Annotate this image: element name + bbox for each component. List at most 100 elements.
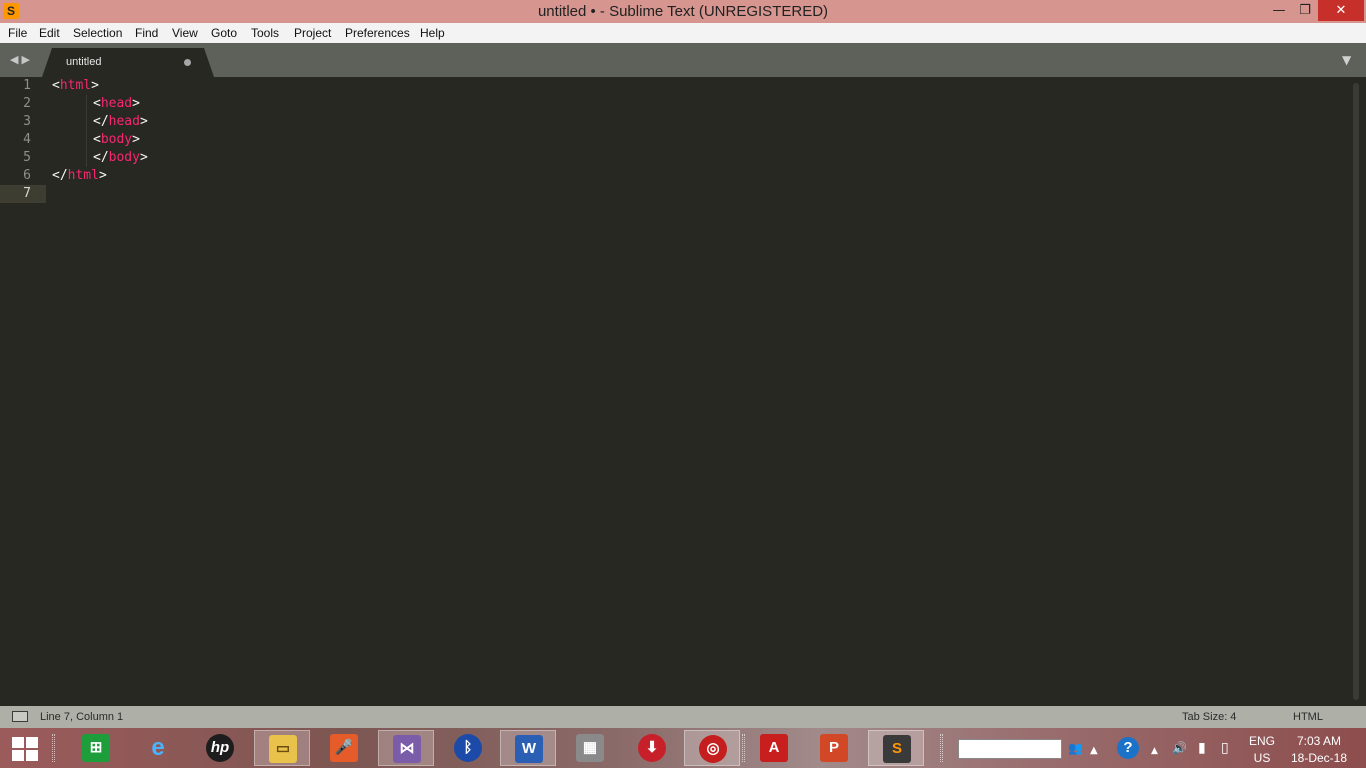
taskbar-powerpoint-app[interactable]: P xyxy=(806,730,862,766)
volume-icon[interactable]: 🔊 xyxy=(1172,739,1187,757)
tab-nav-arrows-icon[interactable]: ◀▶ xyxy=(10,53,33,67)
tag-name: head xyxy=(108,114,140,129)
code-line[interactable]: <body> xyxy=(93,131,140,149)
taskbar-store-app[interactable]: ⊞ xyxy=(68,730,124,766)
tab-bar: ◀▶ untitled ▼ xyxy=(0,43,1366,77)
tab-dropdown-icon[interactable]: ▼ xyxy=(1342,52,1351,68)
chevron-up-icon[interactable]: ▲ xyxy=(1090,742,1098,760)
taskbar-sublime-text-app[interactable]: S xyxy=(868,730,924,766)
tag-bracket: > xyxy=(132,96,140,111)
menu-selection[interactable]: Selection xyxy=(73,23,122,43)
tag-bracket: > xyxy=(139,114,148,129)
line-number: 4 xyxy=(23,132,31,147)
panel-switcher-icon[interactable] xyxy=(12,711,28,722)
tag-bracket: </ xyxy=(93,150,109,165)
clock-time[interactable]: 7:03 AM xyxy=(1286,734,1352,748)
syntax-selector[interactable]: HTML xyxy=(1293,706,1323,728)
tag-bracket: > xyxy=(132,132,140,147)
help-icon[interactable]: ? xyxy=(1117,737,1139,759)
line-number: 3 xyxy=(23,114,31,129)
bluetooth-icon: ᛒ xyxy=(454,734,482,762)
taskbar-visual-studio-app[interactable]: ⋈ xyxy=(378,730,434,766)
taskbar-cd-burner-app[interactable]: ◎ xyxy=(684,730,740,766)
line-number-gutter[interactable]: 1 2 3 4 5 6 7 xyxy=(0,77,46,706)
tag-name: body xyxy=(100,132,133,147)
menu-file[interactable]: File xyxy=(8,23,27,43)
editor-area[interactable]: 1 2 3 4 5 6 7 <html> <head> </head> <bod… xyxy=(0,77,1366,706)
code-line[interactable]: </html> xyxy=(52,167,107,185)
taskbar-hp-app[interactable]: hp xyxy=(192,730,248,766)
menu-project[interactable]: Project xyxy=(294,23,331,43)
code-line[interactable]: <head> xyxy=(93,95,140,113)
menu-preferences[interactable]: Preferences xyxy=(345,23,410,43)
title-bar[interactable]: S untitled • - Sublime Text (UNREGISTERE… xyxy=(0,0,1366,23)
clock-date[interactable]: 18-Dec-18 xyxy=(1286,751,1352,765)
taskbar-grip[interactable] xyxy=(742,734,745,762)
line-number: 2 xyxy=(23,96,31,111)
taskbar-downloader-app[interactable]: ⬇ xyxy=(624,730,680,766)
code-line[interactable]: </body> xyxy=(93,149,148,167)
vertical-scrollbar[interactable] xyxy=(1353,83,1359,700)
line-number: 6 xyxy=(23,168,31,183)
tab-untitled[interactable]: untitled xyxy=(42,48,214,77)
store-icon: ⊞ xyxy=(82,734,110,762)
unsaved-dot-icon[interactable] xyxy=(184,59,191,66)
cursor-position: Line 7, Column 1 xyxy=(40,711,124,723)
tab-size-selector[interactable]: Tab Size: 4 xyxy=(1182,706,1236,728)
network-icon[interactable]: ▮ xyxy=(1198,739,1206,757)
menu-tools[interactable]: Tools xyxy=(251,23,279,43)
taskbar: ⊞ e hp ▭ 🎤 ⋈ ᛒ W ▦ ⬇ ◎ A P S 👥 ▲ ? ▲ 🔊 ▮… xyxy=(0,728,1366,768)
show-hidden-icons-icon[interactable]: ▲ xyxy=(1151,742,1158,760)
sublime-window: S untitled • - Sublime Text (UNREGISTERE… xyxy=(0,0,1366,768)
taskbar-word-app[interactable]: W xyxy=(500,730,556,766)
people-icon[interactable]: 👥 xyxy=(1068,739,1083,757)
minimize-button[interactable]: — xyxy=(1266,0,1292,21)
cd-burner-icon: ◎ xyxy=(699,735,727,763)
taskbar-firewall-app[interactable]: ▦ xyxy=(562,730,618,766)
menu-find[interactable]: Find xyxy=(135,23,158,43)
tag-bracket: > xyxy=(98,168,107,183)
acrobat-icon: A xyxy=(760,734,788,762)
tag-bracket: < xyxy=(52,78,60,93)
taskbar-file-explorer-app[interactable]: ▭ xyxy=(254,730,310,766)
menu-goto[interactable]: Goto xyxy=(211,23,237,43)
menu-help[interactable]: Help xyxy=(420,23,445,43)
tag-name: html xyxy=(67,168,99,183)
sublime-app-icon[interactable]: S xyxy=(3,3,19,19)
window-title: untitled • - Sublime Text (UNREGISTERED) xyxy=(537,3,829,20)
status-bar: Line 7, Column 1 Tab Size: 4 HTML xyxy=(0,706,1366,728)
code-line[interactable]: </head> xyxy=(93,113,148,131)
input-language[interactable]: ENG xyxy=(1246,734,1278,748)
indent-guide xyxy=(86,95,87,167)
taskbar-acrobat-app[interactable]: A xyxy=(746,730,802,766)
internet-explorer-icon: e xyxy=(151,734,165,761)
line-number-current: 7 xyxy=(23,186,31,201)
maximize-button[interactable]: ❐ xyxy=(1292,0,1318,21)
tag-name: head xyxy=(100,96,133,111)
tag-bracket: < xyxy=(93,96,101,111)
tag-bracket: </ xyxy=(93,114,109,129)
file-explorer-icon: ▭ xyxy=(269,735,297,763)
tag-bracket: > xyxy=(139,150,148,165)
taskbar-grip[interactable] xyxy=(52,734,55,762)
taskbar-bluetooth-app[interactable]: ᛒ xyxy=(440,730,496,766)
code-line[interactable]: <html> xyxy=(52,77,99,95)
tab-label: untitled xyxy=(66,56,102,68)
taskbar-ie-app[interactable]: e xyxy=(130,730,186,766)
menu-edit[interactable]: Edit xyxy=(39,23,60,43)
sublime-text-icon: S xyxy=(883,735,911,763)
input-region[interactable]: US xyxy=(1246,751,1278,765)
start-button-windows-icon[interactable] xyxy=(12,737,38,761)
hp-icon: hp xyxy=(206,734,234,762)
taskbar-search-box[interactable] xyxy=(958,739,1062,759)
line-number: 5 xyxy=(23,150,31,165)
close-button[interactable]: ✕ xyxy=(1318,0,1364,21)
menu-view[interactable]: View xyxy=(172,23,198,43)
downloader-icon: ⬇ xyxy=(638,734,666,762)
taskbar-grip[interactable] xyxy=(940,734,943,762)
battery-icon[interactable]: ▯ xyxy=(1221,739,1229,757)
tag-name: html xyxy=(59,78,92,93)
line-number: 1 xyxy=(23,78,31,93)
taskbar-voice-recorder-app[interactable]: 🎤 xyxy=(316,730,372,766)
firewall-icon: ▦ xyxy=(576,734,604,762)
